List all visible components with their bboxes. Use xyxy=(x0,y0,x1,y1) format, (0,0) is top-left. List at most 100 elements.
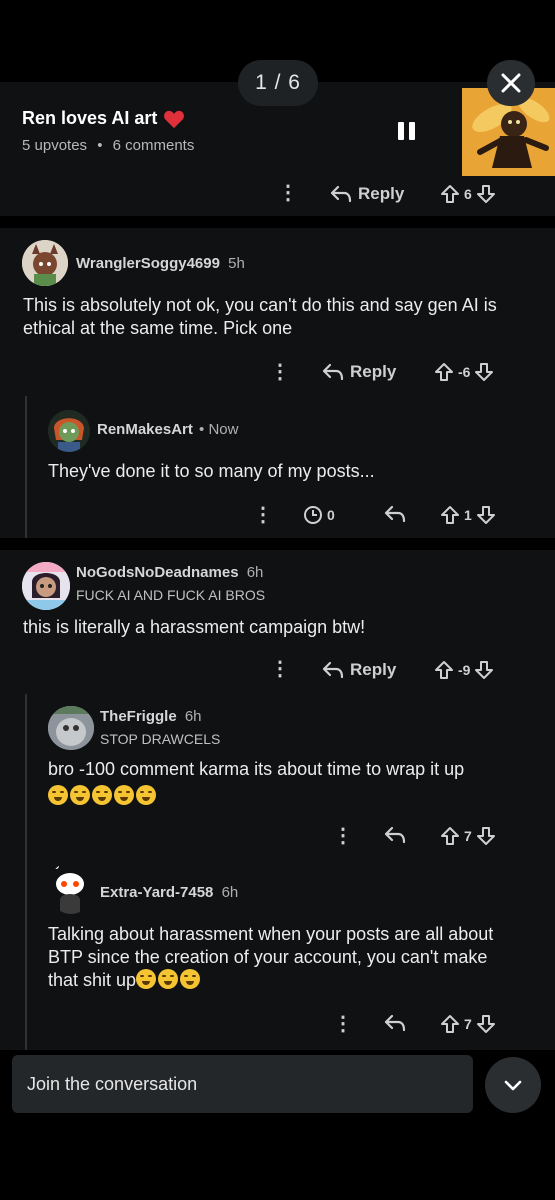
downvote-icon[interactable] xyxy=(476,184,496,204)
join-conversation-input[interactable]: Join the conversation xyxy=(12,1055,473,1113)
downvote-icon[interactable] xyxy=(476,1014,496,1034)
vote-control: 7 xyxy=(440,826,496,846)
crying-emoji-icon xyxy=(92,785,112,805)
avatar[interactable] xyxy=(22,562,70,610)
comment-body: This is absolutely not ok, you can't do … xyxy=(23,295,497,338)
vote-control: -6 xyxy=(434,362,494,382)
chevron-down-icon xyxy=(504,1080,522,1091)
post-meta: 5 upvotes • 6 comments xyxy=(22,137,194,154)
scroll-down-button[interactable] xyxy=(485,1057,541,1113)
downvote-icon[interactable] xyxy=(476,505,496,525)
comment-username[interactable]: WranglerSoggy4699 5h xyxy=(76,255,245,272)
comment-body: this is literally a harassment campaign … xyxy=(23,617,366,637)
post-title[interactable]: Ren loves AI art xyxy=(22,108,185,129)
post-title-text: Ren loves AI art xyxy=(22,108,158,128)
post-viewer-screen: 1 / 6 Ren loves AI art 5 upvotes • 6 com… xyxy=(0,0,555,1200)
upvote-icon[interactable] xyxy=(434,362,454,382)
user-avatar-image xyxy=(22,240,68,286)
reply-arrow-icon xyxy=(384,505,406,523)
comment-body: They've done it to so many of my posts..… xyxy=(48,461,375,481)
meta-separator: • xyxy=(97,137,103,154)
upvote-icon[interactable] xyxy=(434,660,454,680)
reply-label: Reply xyxy=(358,184,405,203)
laughing-emoji-icon xyxy=(136,969,157,989)
upvote-icon[interactable] xyxy=(440,184,460,204)
crying-emoji-icon xyxy=(48,785,68,805)
crying-emoji-row xyxy=(48,785,158,808)
avatar[interactable] xyxy=(22,240,68,286)
reply-button[interactable]: Reply xyxy=(330,184,404,204)
award-icon xyxy=(303,505,323,525)
reply-button[interactable] xyxy=(384,505,406,523)
upvote-icon[interactable] xyxy=(440,505,460,525)
vote-score: -6 xyxy=(458,364,471,380)
vote-score: 7 xyxy=(464,828,472,844)
award-count: 0 xyxy=(327,507,335,523)
comment-username[interactable]: NoGodsNoDeadnames 6h xyxy=(76,564,263,581)
vote-score: -9 xyxy=(458,662,471,678)
vote-score: 1 xyxy=(464,507,472,523)
comment-username[interactable]: TheFriggle 6h xyxy=(100,708,202,725)
vote-score: 7 xyxy=(464,1016,472,1032)
comment-time: 6h xyxy=(221,884,239,901)
more-options-icon[interactable]: ⋮ xyxy=(253,505,273,525)
more-options-icon[interactable]: ⋮ xyxy=(278,183,298,203)
downvote-icon[interactable] xyxy=(476,826,496,846)
crying-emoji-icon xyxy=(136,785,156,805)
pause-icon xyxy=(398,122,404,140)
upvote-icon[interactable] xyxy=(440,1014,460,1034)
join-conversation-placeholder: Join the conversation xyxy=(27,1073,198,1094)
upvote-icon[interactable] xyxy=(440,826,460,846)
more-options-icon[interactable]: ⋮ xyxy=(270,362,290,382)
more-options-icon[interactable]: ⋮ xyxy=(333,1014,353,1034)
reply-arrow-icon xyxy=(384,826,406,844)
reply-label: Reply xyxy=(350,362,397,381)
comment-thread xyxy=(0,228,555,538)
reply-arrow-icon xyxy=(322,363,344,381)
vote-control: -9 xyxy=(434,660,494,680)
vote-control: 6 xyxy=(440,184,496,204)
user-avatar-image xyxy=(48,410,90,452)
avatar[interactable] xyxy=(48,706,94,750)
downvote-icon[interactable] xyxy=(474,362,494,382)
more-options-icon[interactable]: ⋮ xyxy=(270,659,290,679)
reply-button[interactable]: Reply xyxy=(322,362,396,382)
crying-emoji-icon xyxy=(114,785,134,805)
vote-control: 7 xyxy=(440,1014,496,1034)
close-icon xyxy=(501,73,521,93)
pause-button[interactable] xyxy=(398,122,420,144)
reply-button[interactable] xyxy=(384,1014,406,1032)
crying-emoji-icon xyxy=(70,785,90,805)
comment-body: bro -100 comment karma its about time to… xyxy=(48,758,543,808)
reply-arrow-icon xyxy=(322,661,344,679)
comment-time: 6h xyxy=(246,564,264,581)
upvote-count: 5 upvotes xyxy=(22,137,88,154)
laughing-emoji-icon xyxy=(158,969,179,989)
comment-time: • Now xyxy=(199,421,239,438)
reply-arrow-icon xyxy=(384,1014,406,1032)
reply-label: Reply xyxy=(350,660,397,679)
vote-control: 1 xyxy=(440,505,496,525)
downvote-icon[interactable] xyxy=(474,660,494,680)
user-avatar-image xyxy=(48,706,94,750)
image-counter: 1 / 6 xyxy=(238,60,318,106)
reply-button[interactable] xyxy=(384,826,406,844)
comment-body: Talking about harassment when your posts… xyxy=(48,924,494,990)
avatar[interactable] xyxy=(48,410,90,452)
comment-username[interactable]: Extra-Yard-7458 6h xyxy=(100,884,238,901)
more-options-icon[interactable]: ⋮ xyxy=(333,826,353,846)
comment-time: 6h xyxy=(184,708,202,725)
comment-time: 5h xyxy=(228,255,245,272)
heart-icon xyxy=(164,110,185,128)
thread-line xyxy=(25,396,27,538)
avatar[interactable] xyxy=(48,862,94,914)
comment-username[interactable]: RenMakesArt • Now xyxy=(97,421,238,438)
laughing-emoji-row xyxy=(136,969,202,990)
user-flair: STOP DRAWCELS xyxy=(100,731,221,747)
close-button[interactable] xyxy=(487,60,535,106)
laughing-emoji-icon xyxy=(180,969,201,989)
award-control[interactable]: 0 xyxy=(303,505,335,525)
snoo-avatar-image xyxy=(53,863,84,914)
reply-button[interactable]: Reply xyxy=(322,660,396,680)
comment-count: 6 comments xyxy=(112,137,195,154)
